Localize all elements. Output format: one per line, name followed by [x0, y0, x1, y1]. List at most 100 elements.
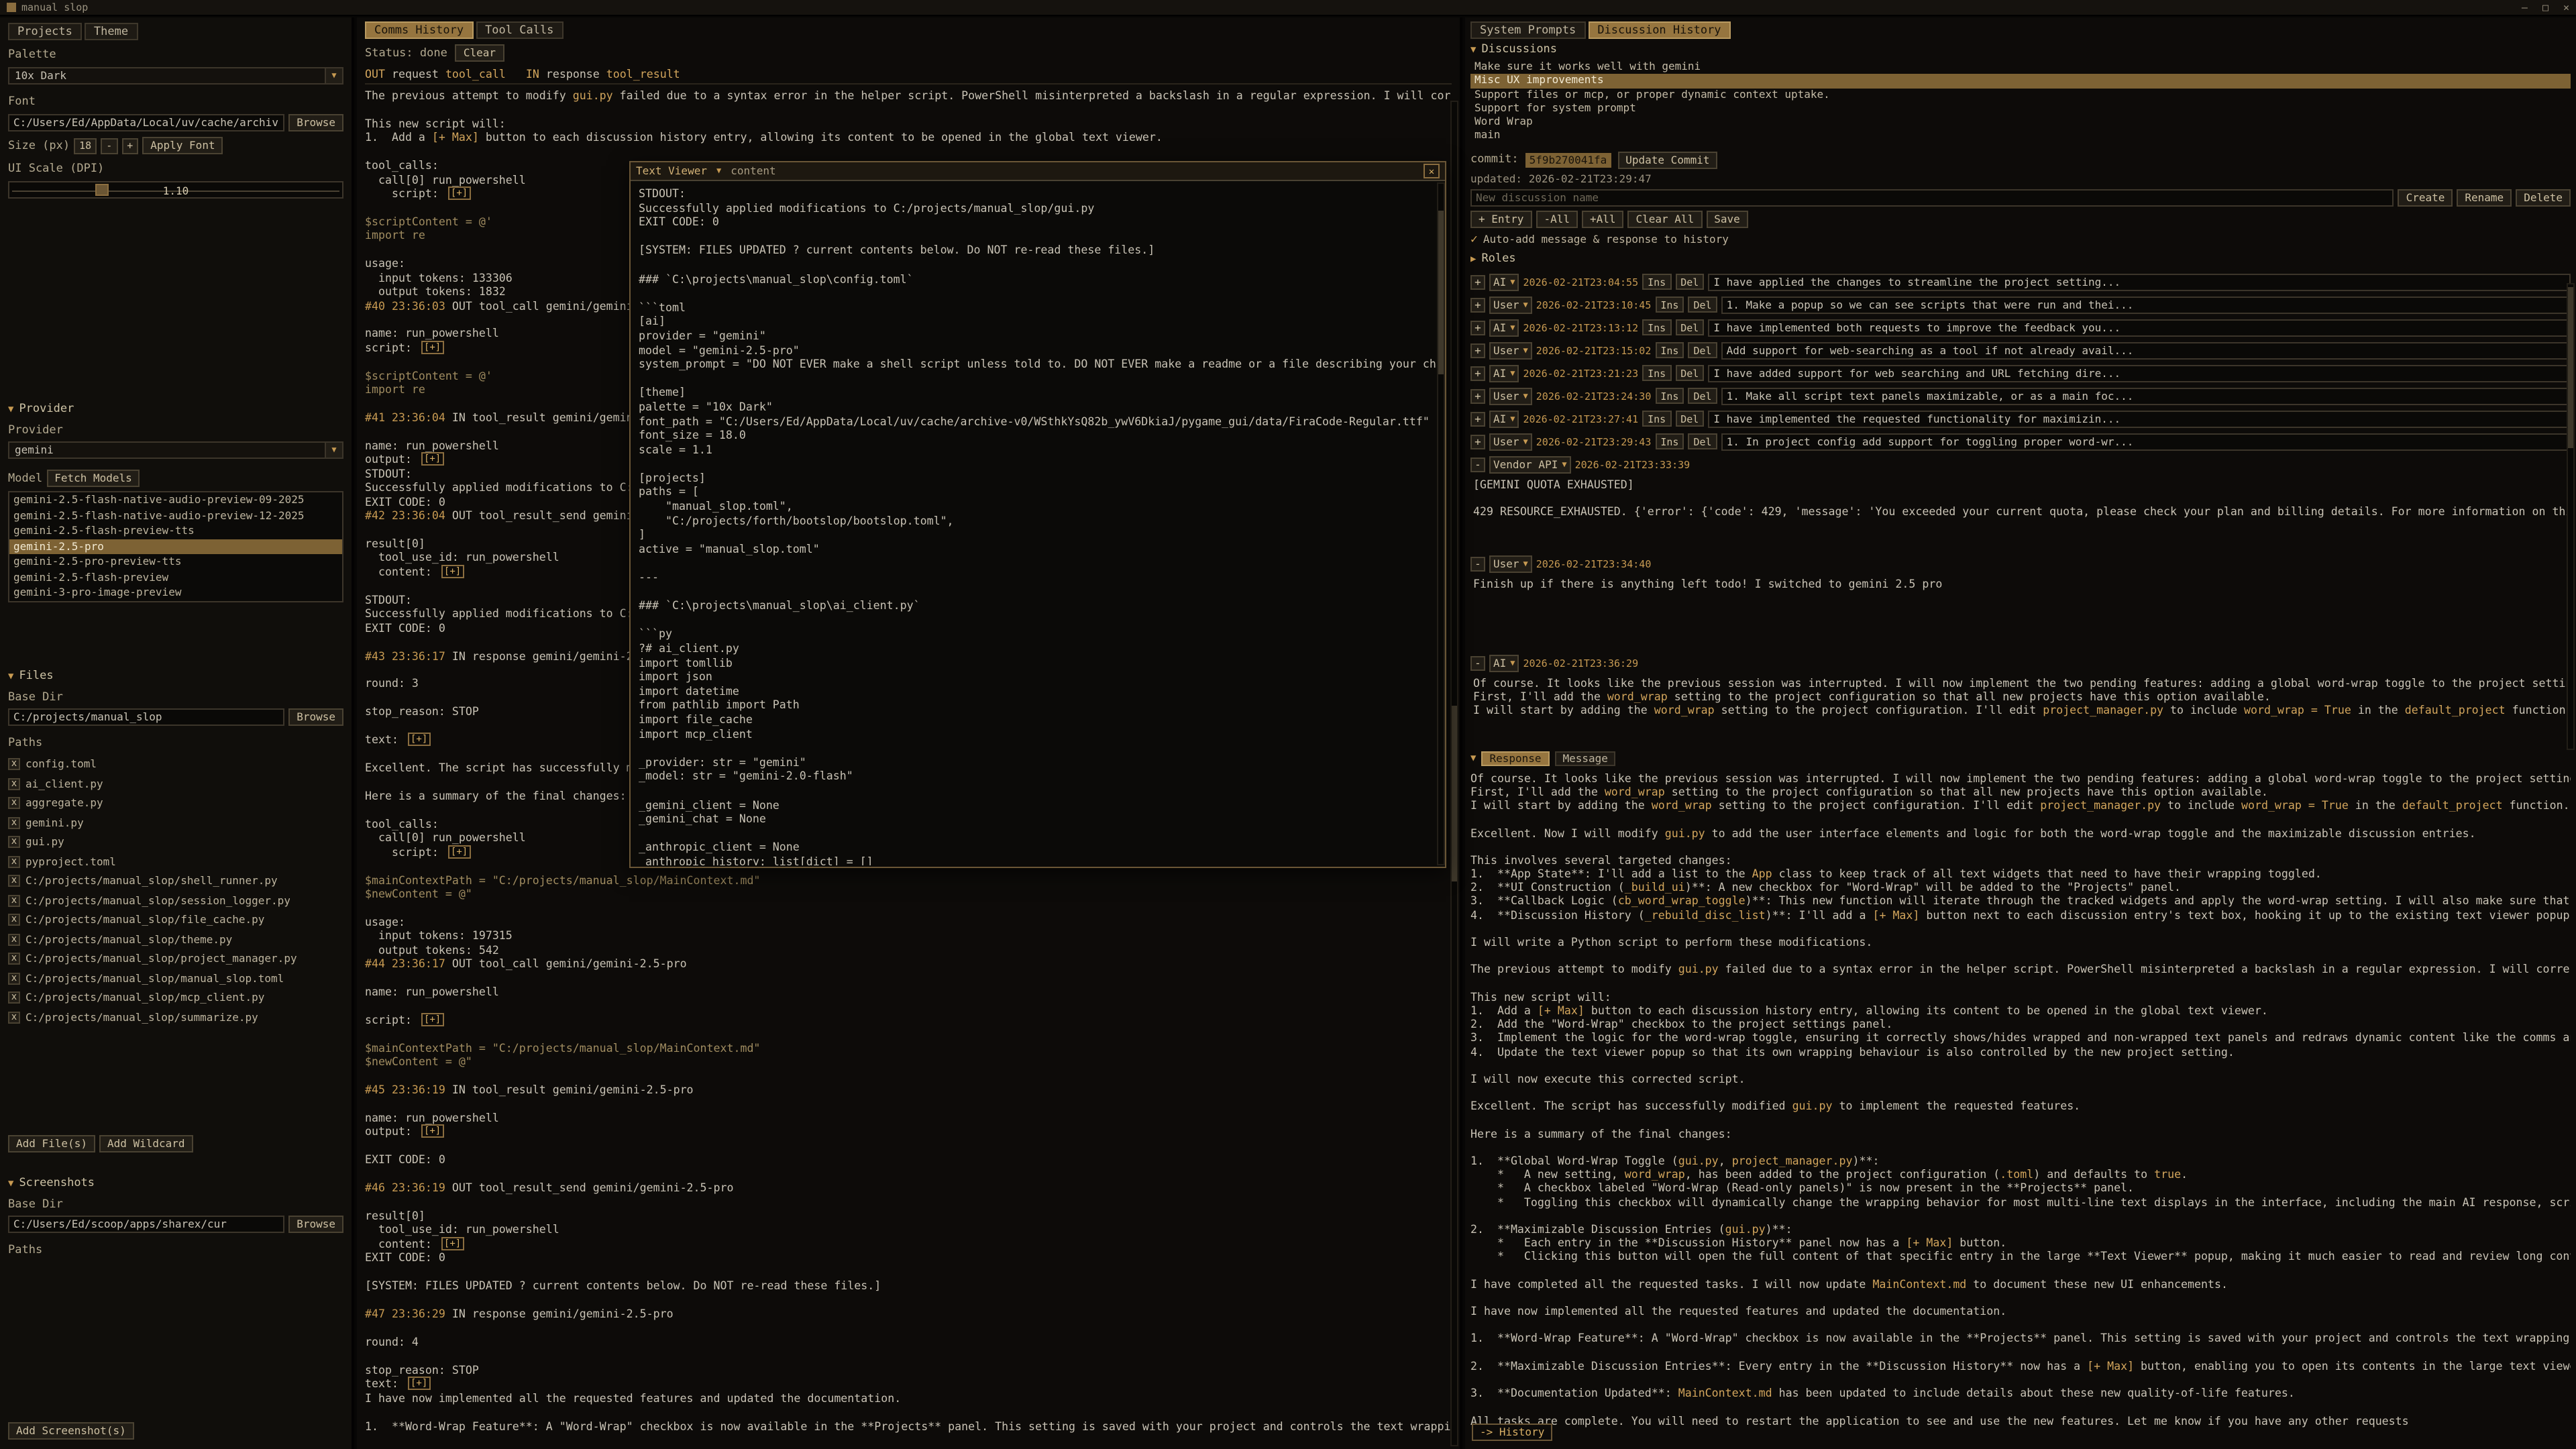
scrollbar-thumb[interactable]: [1452, 706, 1457, 881]
toggle-entry-button[interactable]: +: [1470, 435, 1485, 449]
add-entry-button[interactable]: + Entry: [1470, 211, 1532, 228]
tab-system-prompts[interactable]: System Prompts: [1470, 21, 1585, 39]
remove-file-button[interactable]: x: [8, 778, 20, 790]
entry-preview[interactable]: I have implemented both requests to impr…: [1708, 319, 2571, 337]
remove-file-button[interactable]: x: [8, 1012, 20, 1024]
add-files-button[interactable]: Add File(s): [8, 1134, 95, 1152]
role-select[interactable]: User▼: [1489, 297, 1532, 314]
discussion-item[interactable]: main: [1470, 129, 2571, 144]
clear-button[interactable]: Clear: [455, 44, 504, 62]
entry-preview[interactable]: Add support for web-searching as a tool …: [1721, 342, 2571, 360]
discussion-item[interactable]: Support files or mcp, or proper dynamic …: [1470, 88, 2571, 102]
delete-button[interactable]: Del: [1675, 320, 1704, 336]
toggle-entry-button[interactable]: +: [1470, 412, 1485, 427]
expand-button[interactable]: [+]: [421, 1013, 443, 1026]
insert-button[interactable]: Ins: [1642, 366, 1671, 382]
expand-button[interactable]: [+]: [421, 453, 443, 466]
role-select[interactable]: AI▼: [1489, 411, 1519, 428]
expand-button[interactable]: [+]: [448, 186, 470, 200]
remove-file-button[interactable]: x: [8, 992, 20, 1004]
delete-button[interactable]: Del: [1688, 388, 1717, 405]
toggle-entry-button[interactable]: -: [1470, 656, 1485, 671]
rename-discussion-button[interactable]: Rename: [2457, 189, 2512, 207]
ui-scale-slider[interactable]: 1.10: [8, 181, 343, 199]
expand-button[interactable]: [+]: [408, 733, 430, 746]
model-item[interactable]: gemini-2.5-pro-preview-tts: [9, 554, 342, 570]
remove-file-button[interactable]: x: [8, 973, 20, 985]
create-discussion-button[interactable]: Create: [2398, 189, 2453, 207]
maximize-button[interactable]: □: [2542, 1, 2548, 13]
save-button[interactable]: Save: [1706, 211, 1748, 228]
close-button[interactable]: ✕: [2563, 1, 2569, 13]
entry-preview[interactable]: I have implemented the requested functio…: [1708, 411, 2571, 428]
expand-button[interactable]: [+]: [441, 1237, 464, 1250]
apply-font-button[interactable]: Apply Font: [142, 137, 223, 154]
entry-preview[interactable]: I have added support for web searching a…: [1708, 365, 2571, 382]
delete-button[interactable]: Del: [1675, 274, 1704, 290]
fetch-models-button[interactable]: Fetch Models: [46, 470, 140, 487]
chevron-down-icon[interactable]: ▼: [716, 166, 721, 176]
remove-file-button[interactable]: x: [8, 914, 20, 926]
entry-preview[interactable]: 1. Make a popup so we can see scripts th…: [1721, 297, 2571, 314]
scrollbar-track[interactable]: [1437, 182, 1445, 865]
remove-file-button[interactable]: x: [8, 953, 20, 965]
model-item[interactable]: gemini-2.5-flash-native-audio-preview-09…: [9, 492, 342, 508]
entry-preview[interactable]: I have applied the changes to streamline…: [1708, 274, 2571, 291]
delete-button[interactable]: Del: [1675, 366, 1704, 382]
role-select[interactable]: AI▼: [1489, 274, 1519, 291]
role-select[interactable]: AI▼: [1489, 655, 1519, 672]
toggle-entry-button[interactable]: +: [1470, 298, 1485, 313]
screenshots-section-header[interactable]: ▼ Screenshots: [8, 1176, 343, 1189]
toggle-entry-button[interactable]: +: [1470, 389, 1485, 404]
files-browse-button[interactable]: Browse: [288, 708, 343, 725]
role-select[interactable]: AI▼: [1489, 319, 1519, 337]
role-select[interactable]: User▼: [1489, 342, 1532, 360]
provider-dropdown[interactable]: gemini ▼: [8, 441, 343, 459]
tab-theme[interactable]: Theme: [85, 23, 138, 40]
text-viewer-titlebar[interactable]: Text Viewer ▼ content ✕: [631, 162, 1445, 181]
insert-button[interactable]: Ins: [1655, 388, 1684, 405]
remove-file-button[interactable]: x: [8, 934, 20, 946]
screenshots-browse-button[interactable]: Browse: [288, 1215, 343, 1232]
expand-button[interactable]: [+]: [421, 341, 443, 354]
tab-response[interactable]: Response: [1481, 751, 1549, 766]
screenshots-base-dir-input[interactable]: [8, 1215, 284, 1232]
entry-preview[interactable]: 1. In project config add support for tog…: [1721, 433, 2571, 451]
toggle-entry-button[interactable]: +: [1470, 275, 1485, 290]
chevron-down-icon[interactable]: ▼: [325, 68, 342, 83]
model-item[interactable]: gemini-2.5-flash-preview-tts: [9, 523, 342, 539]
scrollbar-track[interactable]: [1450, 101, 1458, 1446]
add-screenshots-button[interactable]: Add Screenshot(s): [8, 1422, 134, 1440]
discussion-item[interactable]: Misc UX improvements: [1470, 74, 2571, 89]
model-item[interactable]: gemini-2.5-flash-native-audio-preview-12…: [9, 508, 342, 523]
scrollbar-thumb[interactable]: [1438, 211, 1444, 374]
scrollbar-track[interactable]: [2567, 283, 2575, 750]
delete-button[interactable]: Del: [1688, 343, 1717, 359]
role-select[interactable]: User▼: [1489, 555, 1532, 573]
insert-button[interactable]: Ins: [1642, 320, 1671, 336]
update-commit-button[interactable]: Update Commit: [1617, 152, 1717, 169]
delete-button[interactable]: Del: [1675, 411, 1704, 427]
insert-button[interactable]: Ins: [1642, 411, 1671, 427]
delete-discussion-button[interactable]: Delete: [2516, 189, 2571, 207]
palette-dropdown[interactable]: 10x Dark ▼: [8, 67, 343, 85]
insert-button[interactable]: Ins: [1655, 297, 1684, 313]
remove-file-button[interactable]: x: [8, 798, 20, 810]
insert-button[interactable]: Ins: [1642, 274, 1671, 290]
remove-file-button[interactable]: x: [8, 856, 20, 868]
remove-file-button[interactable]: x: [8, 837, 20, 849]
remove-file-button[interactable]: x: [8, 817, 20, 829]
tab-discussion-history[interactable]: Discussion History: [1588, 21, 1730, 39]
toggle-entry-button[interactable]: +: [1470, 366, 1485, 381]
font-browse-button[interactable]: Browse: [288, 114, 343, 131]
role-select[interactable]: User▼: [1489, 388, 1532, 405]
toggle-entry-button[interactable]: -: [1470, 557, 1485, 572]
insert-button[interactable]: Ins: [1655, 343, 1684, 359]
scrollbar-thumb[interactable]: [2568, 287, 2573, 448]
expand-button[interactable]: [+]: [448, 845, 470, 858]
provider-section-header[interactable]: ▼ Provider: [8, 402, 343, 416]
delete-button[interactable]: Del: [1688, 297, 1717, 313]
tab-message[interactable]: Message: [1555, 751, 1616, 766]
remove-file-button[interactable]: x: [8, 759, 20, 771]
model-item[interactable]: gemini-2.5-flash-preview: [9, 570, 342, 585]
